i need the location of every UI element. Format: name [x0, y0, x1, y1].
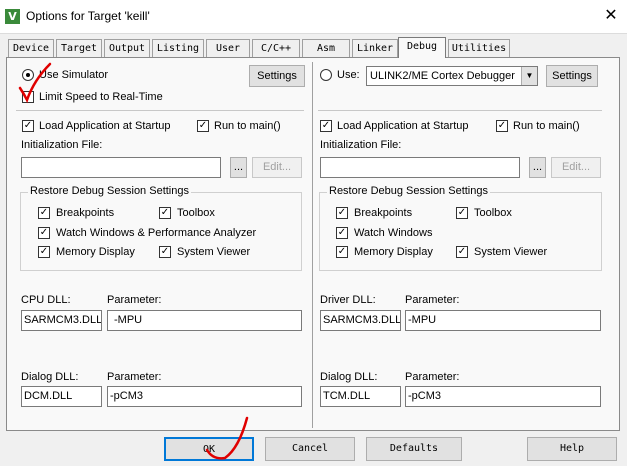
- left-separator: [16, 110, 304, 111]
- tab-c-cpp[interactable]: C/C++: [252, 39, 300, 57]
- dialog-dll-input-left[interactable]: DCM.DLL: [21, 386, 102, 407]
- dialog-dll-label-left: Dialog DLL:: [21, 371, 79, 383]
- red-ok-annotation: [205, 416, 249, 460]
- dialog-param-label-left: Parameter:: [107, 371, 162, 383]
- restore-group-title-left: Restore Debug Session Settings: [28, 185, 191, 197]
- restore-group-title-right: Restore Debug Session Settings: [327, 185, 490, 197]
- watch-label-right: Watch Windows: [354, 227, 433, 239]
- debugger-settings-button[interactable]: Settings: [546, 65, 598, 87]
- toolbox-checkbox-left[interactable]: ✓: [159, 207, 171, 219]
- tab-user[interactable]: User: [206, 39, 250, 57]
- column-divider: [312, 62, 313, 428]
- tab-asm[interactable]: Asm: [302, 39, 350, 57]
- breakpoints-label-left: Breakpoints: [56, 207, 115, 219]
- title-bar: V Options for Target 'keill' ✕: [0, 0, 627, 34]
- tab-utilities[interactable]: Utilities: [448, 39, 510, 57]
- watch-checkbox-right[interactable]: ✓: [336, 227, 348, 239]
- tab-listing[interactable]: Listing: [152, 39, 204, 57]
- dialog-dll-label-right: Dialog DLL:: [320, 371, 378, 383]
- cancel-button[interactable]: Cancel: [265, 437, 355, 461]
- watch-label-left: Watch Windows & Performance Analyzer: [56, 227, 257, 239]
- sysviewer-checkbox-right[interactable]: ✓: [456, 246, 468, 258]
- memory-label-right: Memory Display: [354, 246, 433, 258]
- dialog-param-input-left[interactable]: -pCM3: [107, 386, 302, 407]
- cpu-param-input[interactable]: -MPU: [107, 310, 302, 331]
- cpu-dll-input[interactable]: SARMCM3.DLL: [21, 310, 102, 331]
- sysviewer-label-left: System Viewer: [177, 246, 251, 258]
- window-title: Options for Target 'keill': [26, 9, 150, 23]
- run-to-main-checkbox-right[interactable]: ✓: [496, 120, 508, 132]
- cpu-param-label: Parameter:: [107, 294, 162, 306]
- breakpoints-label-right: Breakpoints: [354, 207, 413, 219]
- memory-checkbox-right[interactable]: ✓: [336, 246, 348, 258]
- toolbox-label-left: Toolbox: [177, 207, 215, 219]
- limit-speed-label: Limit Speed to Real-Time: [39, 91, 163, 103]
- toolbox-label-right: Toolbox: [474, 207, 512, 219]
- init-file-input-right[interactable]: [320, 157, 520, 178]
- sysviewer-label-right: System Viewer: [474, 246, 548, 258]
- help-button[interactable]: Help: [527, 437, 617, 461]
- dialog-dll-input-right[interactable]: TCM.DLL: [320, 386, 401, 407]
- load-app-label-left: Load Application at Startup: [39, 120, 171, 132]
- init-file-browse-left[interactable]: ...: [230, 157, 247, 178]
- init-file-browse-right[interactable]: ...: [529, 157, 546, 178]
- app-icon: V: [5, 9, 20, 24]
- red-checkmark-annotation: [18, 62, 52, 104]
- watch-checkbox-left[interactable]: ✓: [38, 227, 50, 239]
- cpu-dll-label: CPU DLL:: [21, 294, 71, 306]
- dialog-param-input-right[interactable]: -pCM3: [405, 386, 601, 407]
- driver-dll-label: Driver DLL:: [320, 294, 376, 306]
- load-app-label-right: Load Application at Startup: [337, 120, 469, 132]
- init-file-label-right: Initialization File:: [320, 139, 402, 151]
- run-to-main-label-left: Run to main(): [214, 120, 281, 132]
- debugger-select[interactable]: ULINK2/ME Cortex Debugger ▼: [366, 66, 538, 86]
- init-file-label-left: Initialization File:: [21, 139, 103, 151]
- toolbox-checkbox-right[interactable]: ✓: [456, 207, 468, 219]
- run-to-main-label-right: Run to main(): [513, 120, 580, 132]
- tab-target[interactable]: Target: [56, 39, 102, 57]
- memory-label-left: Memory Display: [56, 246, 135, 258]
- breakpoints-checkbox-left[interactable]: ✓: [38, 207, 50, 219]
- load-app-checkbox-right[interactable]: ✓: [320, 120, 332, 132]
- init-file-edit-right[interactable]: Edit...: [551, 157, 601, 178]
- use-label: Use:: [337, 69, 360, 81]
- right-separator: [318, 110, 602, 111]
- tab-linker[interactable]: Linker: [352, 39, 398, 57]
- driver-param-label: Parameter:: [405, 294, 460, 306]
- run-to-main-checkbox-left[interactable]: ✓: [197, 120, 209, 132]
- defaults-button[interactable]: Defaults: [366, 437, 462, 461]
- init-file-edit-left[interactable]: Edit...: [252, 157, 302, 178]
- chevron-down-icon[interactable]: ▼: [521, 67, 537, 85]
- tab-device[interactable]: Device: [8, 39, 54, 57]
- close-icon[interactable]: ✕: [600, 5, 622, 27]
- memory-checkbox-left[interactable]: ✓: [38, 246, 50, 258]
- load-app-checkbox-left[interactable]: ✓: [22, 120, 34, 132]
- simulator-settings-button[interactable]: Settings: [249, 65, 305, 87]
- sysviewer-checkbox-left[interactable]: ✓: [159, 246, 171, 258]
- breakpoints-checkbox-right[interactable]: ✓: [336, 207, 348, 219]
- use-debugger-radio[interactable]: [320, 69, 332, 81]
- debugger-select-value: ULINK2/ME Cortex Debugger: [370, 70, 515, 82]
- driver-param-input[interactable]: -MPU: [405, 310, 601, 331]
- tab-debug[interactable]: Debug: [398, 37, 446, 58]
- dialog-param-label-right: Parameter:: [405, 371, 460, 383]
- tab-output[interactable]: Output: [104, 39, 150, 57]
- init-file-input-left[interactable]: [21, 157, 221, 178]
- driver-dll-input[interactable]: SARMCM3.DLL: [320, 310, 401, 331]
